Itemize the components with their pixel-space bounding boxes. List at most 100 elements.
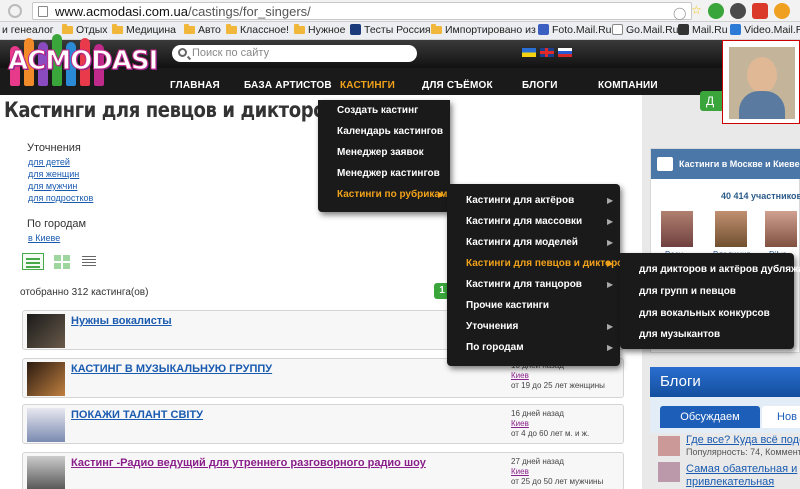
casting-meta: 27 дней назад Киев от 25 до 50 лет мужчи… <box>511 457 603 487</box>
casting-thumbnail[interactable] <box>27 314 65 348</box>
menu-item-by-rubrics[interactable]: Кастинги по рубрикам ▶ <box>318 184 447 205</box>
menu-item-bands-singers[interactable]: для групп и певцов <box>620 281 736 302</box>
member-photo[interactable] <box>715 211 747 247</box>
menu-item-castings-manager[interactable]: Менеджер кастингов <box>318 163 440 184</box>
chevron-right-icon: ▶ <box>607 259 614 268</box>
menu-item-calendar[interactable]: Календарь кастингов <box>318 121 443 142</box>
reload-icon[interactable] <box>8 4 22 18</box>
blog-thumbnail[interactable] <box>658 462 680 482</box>
refine-link[interactable]: для мужчин <box>28 181 77 191</box>
tab-new[interactable]: Нов <box>762 406 800 428</box>
extension-orange-icon[interactable] <box>774 3 790 19</box>
sidebar-green-button[interactable]: Д <box>700 91 722 111</box>
casting-thumbnail[interactable] <box>27 408 65 442</box>
results-count: отобранно 312 кастинга(ов) <box>20 287 149 298</box>
menu-item-extras[interactable]: Кастинги для массовки ▶ <box>447 211 613 232</box>
nav-item-companies[interactable]: КОМПАНИИ <box>598 80 658 91</box>
casting-card[interactable]: Кастинг -Радио ведущий для утреннего раз… <box>22 452 624 489</box>
extension-ghost-icon[interactable] <box>730 3 746 19</box>
flag-uk-icon[interactable] <box>540 48 554 57</box>
nav-item-shooting[interactable]: ДЛЯ СЪЁМОК <box>422 80 493 91</box>
bookmark-site[interactable]: Тесты Россия <box>350 24 431 38</box>
member-photo[interactable] <box>765 211 797 247</box>
folder-icon <box>184 24 195 34</box>
refine-link[interactable]: для женщин <box>28 169 79 179</box>
blog-item-title[interactable]: Самая обаятельная и <box>686 463 797 475</box>
menu-item-by-city[interactable]: По городам ▶ <box>447 337 613 358</box>
menu-item-singers[interactable]: Кастинги для певцов и дикторов ▶ <box>447 253 629 274</box>
star-icon[interactable]: ☆ <box>691 3 702 17</box>
bookmark-folder[interactable]: Импортировано из <box>431 24 536 38</box>
url-text: www.acmodasi.com.ua/castings/for_singers… <box>55 4 311 19</box>
extension-red-icon[interactable] <box>752 3 768 19</box>
member-photo[interactable] <box>661 211 693 247</box>
menu-item-refinements[interactable]: Уточнения ▶ <box>447 316 613 337</box>
menu-item-musicians[interactable]: для музыкантов <box>620 324 720 345</box>
bookmark-site[interactable]: Mail.Ru <box>678 24 728 38</box>
menu-item-models[interactable]: Кастинги для моделей ▶ <box>447 232 613 253</box>
nav-item-home[interactable]: ГЛАВНАЯ <box>170 80 220 91</box>
flag-ukraine-icon[interactable] <box>522 48 536 57</box>
widget-title[interactable]: Кастинги в Москве и Киеве. А <box>679 159 800 169</box>
castings-dropdown: Создать кастинг Календарь кастингов Мене… <box>318 100 450 212</box>
list-view-icon[interactable] <box>22 253 44 270</box>
flag-russia-icon[interactable] <box>558 48 572 57</box>
nav-item-castings[interactable]: КАСТИНГИ <box>340 80 395 91</box>
casting-meta: 16 дней назад Киев от 4 до 60 лет м. и ж… <box>511 409 589 439</box>
city-link[interactable]: в Киеве <box>28 233 60 243</box>
menu-item-other[interactable]: Прочие кастинги <box>447 295 549 316</box>
bookmark-folder[interactable]: Медицина <box>112 24 176 38</box>
casting-card[interactable]: ПОКАЖИ ТАЛАНТ СВІТУ 16 дней назад Киев о… <box>22 404 624 444</box>
chevron-right-icon: ▶ <box>607 280 614 289</box>
profile-popup[interactable] <box>722 40 800 124</box>
casting-city-link[interactable]: Киев <box>511 419 529 428</box>
casting-title[interactable]: ПОКАЖИ ТАЛАНТ СВІТУ <box>71 409 203 421</box>
shield-icon[interactable]: ◯ <box>673 6 686 20</box>
compact-view-icon[interactable] <box>80 253 102 270</box>
casting-thumbnail[interactable] <box>27 456 65 489</box>
mailru-icon <box>538 24 549 35</box>
menu-item-vocal-contests[interactable]: для вокальных конкурсов <box>620 303 770 324</box>
search-input[interactable]: Поиск по сайту <box>172 45 417 62</box>
blogs-title: Блоги <box>660 373 701 390</box>
page-icon <box>38 6 48 17</box>
blog-thumbnail[interactable] <box>658 436 680 456</box>
chevron-right-icon: ▶ <box>607 196 614 205</box>
nav-item-artists[interactable]: БАЗА АРТИСТОВ <box>244 80 332 91</box>
menu-item-dubbing[interactable]: для дикторов и актёров дубляжа <box>620 259 800 280</box>
casting-title[interactable]: Кастинг -Радио ведущий для утреннего раз… <box>71 457 426 469</box>
bookmark-site[interactable]: Video.Mail.Ru <box>730 24 800 38</box>
bookmark-folder[interactable]: Классное! <box>226 24 289 38</box>
casting-thumbnail[interactable] <box>27 362 65 396</box>
widget-header[interactable]: Кастинги в Москве и Киеве. А <box>651 149 800 179</box>
extension-green-icon[interactable] <box>708 3 724 19</box>
search-icon <box>178 48 187 57</box>
address-bar[interactable]: www.acmodasi.com.ua/castings/for_singers… <box>32 2 692 20</box>
grid-view-icon[interactable] <box>52 253 74 270</box>
blog-item-title-line2[interactable]: привлекательная <box>686 476 774 488</box>
casting-city-link[interactable]: Киев <box>511 371 529 380</box>
blog-item-title[interactable]: Где все? Куда всё подева <box>686 434 800 446</box>
casting-title[interactable]: Нужны вокалисты <box>71 315 172 327</box>
nav-item-blogs[interactable]: БЛОГИ <box>522 80 558 91</box>
blogs-header: Блоги <box>650 367 800 397</box>
refine-link[interactable]: для подростков <box>28 193 93 203</box>
chevron-right-icon: ▶ <box>438 190 445 199</box>
site-logo[interactable]: ACMODASI <box>4 30 159 90</box>
menu-item-actors[interactable]: Кастинги для актёров ▶ <box>447 190 613 211</box>
casting-city-link[interactable]: Киев <box>511 467 529 476</box>
menu-item-create-casting[interactable]: Создать кастинг <box>318 100 418 121</box>
tab-discussing[interactable]: Обсуждаем <box>660 406 760 428</box>
bookmark-site[interactable]: Foto.Mail.Ru <box>538 24 612 38</box>
profile-photo[interactable] <box>729 47 795 119</box>
bookmark-site[interactable]: Go.Mail.Ru <box>612 24 679 38</box>
bookmark-folder[interactable]: Нужное <box>294 24 345 38</box>
casting-title[interactable]: КАСТИНГ В МУЗЫКАЛЬНУЮ ГРУППУ <box>71 363 272 375</box>
menu-item-applications-manager[interactable]: Менеджер заявок <box>318 142 424 163</box>
bookmark-folder[interactable]: Авто <box>184 24 221 38</box>
folder-icon <box>431 24 442 34</box>
singers-dropdown: для дикторов и актёров дубляжа для групп… <box>620 253 800 349</box>
refine-link[interactable]: для детей <box>28 157 70 167</box>
city-heading: По городам <box>27 218 87 230</box>
menu-item-dancers[interactable]: Кастинги для танцоров ▶ <box>447 274 613 295</box>
